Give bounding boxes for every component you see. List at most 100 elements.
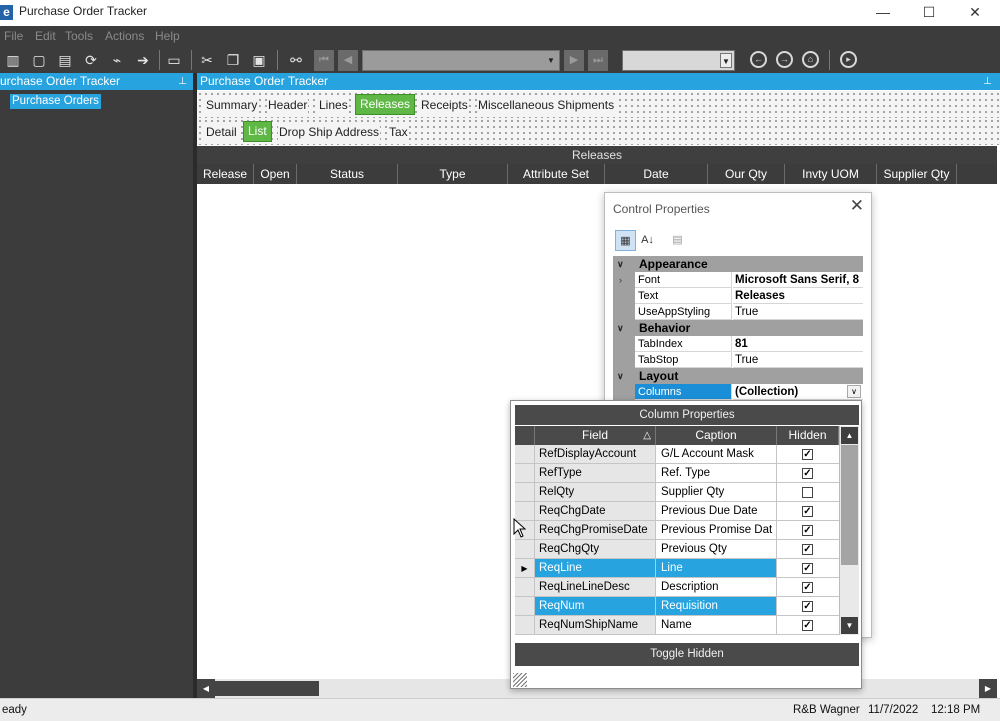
hidden-checkbox[interactable]: ✓ — [802, 449, 813, 460]
column-header-supplier-qty[interactable]: Supplier Qty — [877, 164, 957, 184]
tab-header[interactable]: Header — [267, 98, 309, 113]
hidden-checkbox[interactable]: ✓ — [802, 468, 813, 479]
row-selector[interactable] — [515, 464, 535, 483]
column-header-caption[interactable]: Caption — [656, 426, 777, 445]
column-header-attribute-set[interactable]: Attribute Set — [508, 164, 605, 184]
column-field-cell[interactable]: ReqChgPromiseDate — [535, 521, 656, 540]
tab-tax[interactable]: Tax — [388, 125, 409, 140]
print-icon[interactable]: ▭ — [165, 51, 183, 69]
previous-record-icon[interactable]: ◀ — [338, 50, 358, 71]
hidden-checkbox[interactable]: ✓ — [802, 544, 813, 555]
property-row[interactable]: UseAppStyling True — [613, 304, 863, 320]
menu-tools[interactable]: Tools — [65, 29, 93, 43]
hidden-checkbox[interactable] — [802, 487, 813, 498]
row-selector[interactable] — [515, 540, 535, 559]
column-row[interactable]: ReqLineLineDesc Description ✓ — [515, 578, 839, 597]
scroll-down-icon[interactable]: ▼ — [841, 617, 858, 634]
refresh-icon[interactable]: ⟳ — [82, 51, 100, 69]
property-pages-icon[interactable]: ▤ — [667, 230, 688, 251]
column-caption-cell[interactable]: Supplier Qty — [656, 483, 777, 502]
forward-arrow-icon[interactable]: ➔ — [134, 51, 152, 69]
column-row[interactable]: ReqNumShipName Name ✓ — [515, 616, 839, 635]
property-category-appearance[interactable]: ∨ Appearance — [613, 256, 863, 272]
column-row[interactable]: RefDisplayAccount G/L Account Mask ✓ — [515, 445, 839, 464]
column-header-open[interactable]: Open — [254, 164, 297, 184]
property-row[interactable]: TabStop True — [613, 352, 863, 368]
current-row-indicator-icon[interactable]: ▶ — [515, 559, 535, 578]
column-field-cell[interactable]: RefType — [535, 464, 656, 483]
last-record-icon[interactable]: ⏭ — [588, 50, 608, 71]
scroll-up-icon[interactable]: ▲ — [841, 427, 858, 444]
row-selector[interactable] — [515, 483, 535, 502]
toggle-hidden-button[interactable]: Toggle Hidden — [515, 643, 859, 666]
open-book-icon[interactable]: ▥ — [4, 51, 22, 69]
column-header-release[interactable]: Release — [197, 164, 254, 184]
property-row-columns[interactable]: Columns (Collection) ∨ — [613, 384, 863, 400]
tree-item-purchase-orders[interactable]: Purchase Orders — [10, 94, 101, 109]
property-row[interactable]: › Font Microsoft Sans Serif, 8 — [613, 272, 863, 288]
tab-releases[interactable]: Releases — [355, 94, 416, 115]
column-caption-cell[interactable]: Description — [656, 578, 777, 597]
property-category-behavior[interactable]: ∨ Behavior — [613, 320, 863, 336]
categorized-view-icon[interactable]: ▦ — [615, 230, 636, 251]
column-row[interactable]: ReqNum Requisition ✓ — [515, 597, 839, 616]
tab-detail[interactable]: Detail — [205, 125, 238, 140]
expand-icon[interactable]: › — [613, 272, 635, 288]
column-field-cell[interactable]: ReqLineLineDesc — [535, 578, 656, 597]
hidden-checkbox[interactable]: ✓ — [802, 601, 813, 612]
home-circle-icon[interactable]: ⌂ — [802, 51, 819, 68]
property-category-layout[interactable]: ∨ Layout — [613, 368, 863, 384]
record-navigator-combo[interactable]: ▼ — [362, 50, 560, 71]
collapse-icon[interactable]: ∨ — [617, 256, 629, 272]
row-selector[interactable] — [515, 597, 535, 616]
column-field-cell[interactable]: ReqLine — [535, 559, 656, 578]
menu-edit[interactable]: Edit — [35, 29, 56, 43]
property-row[interactable]: Text Releases — [613, 288, 863, 304]
binoculars-search-icon[interactable]: ⚯ — [287, 51, 305, 69]
menu-help[interactable]: Help — [155, 29, 180, 43]
row-selector[interactable] — [515, 445, 535, 464]
menu-file[interactable]: File — [4, 29, 23, 43]
chevron-down-icon[interactable]: ∨ — [847, 385, 861, 398]
back-circle-icon[interactable]: ← — [750, 51, 767, 68]
column-field-cell[interactable]: RelQty — [535, 483, 656, 502]
column-field-cell[interactable]: ReqNum — [535, 597, 656, 616]
hidden-checkbox[interactable]: ✓ — [802, 525, 813, 536]
column-header-invty-uom[interactable]: Invty UOM — [785, 164, 877, 184]
new-document-icon[interactable]: ▢ — [30, 51, 48, 69]
column-caption-cell[interactable]: Previous Qty — [656, 540, 777, 559]
column-caption-cell[interactable]: Requisition — [656, 597, 777, 616]
copy-icon[interactable]: ❐ — [224, 51, 242, 69]
column-field-cell[interactable]: RefDisplayAccount — [535, 445, 656, 464]
minimize-button[interactable]: — — [860, 0, 906, 26]
hidden-checkbox[interactable]: ✓ — [802, 563, 813, 574]
column-caption-cell[interactable]: Ref. Type — [656, 464, 777, 483]
row-selector[interactable] — [515, 578, 535, 597]
alphabetical-sort-icon[interactable]: A↓ — [637, 230, 658, 251]
column-caption-cell[interactable]: Previous Due Date — [656, 502, 777, 521]
play-circle-icon[interactable]: ▸ — [840, 51, 857, 68]
scroll-left-icon[interactable]: ◀ — [197, 679, 215, 698]
column-row[interactable]: RefType Ref. Type ✓ — [515, 464, 839, 483]
paste-icon[interactable]: ▣ — [250, 51, 268, 69]
column-header-status[interactable]: Status — [297, 164, 398, 184]
tab-miscellaneous-shipments[interactable]: Miscellaneous Shipments — [477, 98, 616, 113]
column-header-our-qty[interactable]: Our Qty — [708, 164, 785, 184]
column-header-type[interactable]: Type — [398, 164, 508, 184]
scrollbar-thumb[interactable] — [215, 681, 319, 696]
pin-icon[interactable]: ⊥ — [178, 73, 187, 90]
scroll-right-icon[interactable]: ▶ — [979, 679, 997, 698]
column-header-date[interactable]: Date — [605, 164, 708, 184]
cut-icon[interactable]: ✂ — [198, 51, 216, 69]
property-row[interactable]: TabIndex 81 — [613, 336, 863, 352]
column-caption-cell[interactable]: Line — [656, 559, 777, 578]
hidden-checkbox[interactable]: ✓ — [802, 620, 813, 631]
column-caption-cell[interactable]: G/L Account Mask — [656, 445, 777, 464]
column-row[interactable]: ReqChgDate Previous Due Date ✓ — [515, 502, 839, 521]
column-header-hidden[interactable]: Hidden — [777, 426, 839, 445]
column-row[interactable]: RelQty Supplier Qty — [515, 483, 839, 502]
pin-icon[interactable]: ⊥ — [983, 73, 992, 90]
column-field-cell[interactable]: ReqChgDate — [535, 502, 656, 521]
column-row[interactable]: ReqChgQty Previous Qty ✓ — [515, 540, 839, 559]
resize-grip-icon[interactable] — [513, 673, 527, 687]
